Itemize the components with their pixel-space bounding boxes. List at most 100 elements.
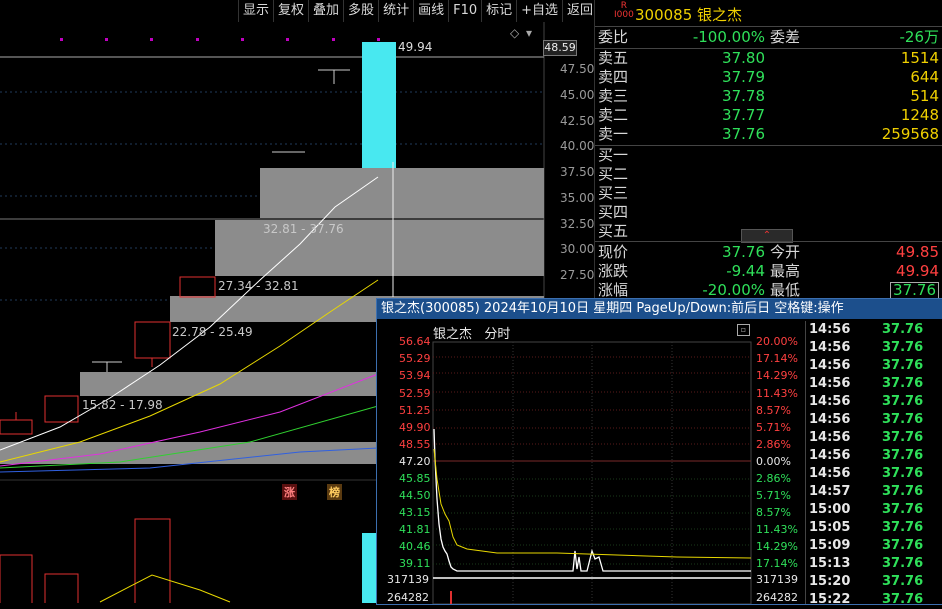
tick-price: 37.76 [882,448,924,463]
tick-time: 14:56 [809,340,851,355]
ask-price: 37.78 [722,87,765,105]
tick-row: 15:05 37.76 [806,519,942,537]
kline-yaxis-label: 30.00 [560,242,595,256]
kline-yaxis-label: 32.50 [560,217,595,231]
change-label: 涨跌 [598,262,629,280]
toolbar-add-favorite-button[interactable]: +自选 [516,0,562,22]
limit-up-tag[interactable]: 涨 [282,484,297,500]
intraday-left-axis: 39.11 [399,557,431,570]
high-price-label: 49.94 [398,40,433,54]
tick-row: 15:20 37.76 [806,573,942,591]
ask-label: 卖三 [598,87,629,105]
bid-row: 买一 [595,146,942,165]
tick-time: 14:56 [809,466,851,481]
tick-time: 15:13 [809,556,851,571]
diamond-icon[interactable]: ◇ [510,26,519,40]
price-marker: 48.59 [543,40,577,56]
dropdown-icon[interactable]: ▾ [526,26,532,40]
tick-time: 14:56 [809,322,851,337]
intraday-right-axis: 8.57% [756,404,791,417]
tick-time: 15:09 [809,538,851,553]
tick-time: 15:20 [809,574,851,589]
bid-label: 买五 [598,222,629,240]
intraday-left-axis: 52.59 [399,387,431,400]
tick-row: 14:56 37.76 [806,411,942,429]
high-label: 最高 [770,262,801,280]
tick-time: 14:57 [809,484,851,499]
intraday-right-axis: 20.00% [756,335,798,348]
stock-name: 银之杰 [697,6,743,24]
ask-label: 卖一 [598,125,629,143]
tick-row: 14:56 37.76 [806,339,942,357]
toolbar-f10-button[interactable]: F10 [448,0,481,22]
quote-panel: R I000 300085 银之杰 委比 -100.00% 委差 -26万 卖五… [594,0,942,300]
logo-bottom: I000 [614,10,634,20]
intraday-left-axis: 47.20 [399,455,431,468]
tick-price: 37.76 [882,502,924,517]
high-value: 49.94 [896,262,939,280]
tick-row: 14:56 37.76 [806,375,942,393]
tick-time: 14:56 [809,358,851,373]
stats-row: 涨跌 -9.44 最高 49.94 [595,262,942,281]
tick-row: 14:56 37.76 [806,393,942,411]
toolbar-back-button[interactable]: 返回 [562,0,597,22]
intraday-right-axis: 17.14% [756,557,798,570]
toolbar-draw-line-button[interactable]: 画线 [413,0,448,22]
tick-row: 14:57 37.76 [806,483,942,501]
tick-price: 37.76 [882,322,924,337]
intraday-right-axis: 11.43% [756,387,798,400]
tick-price: 37.76 [882,376,924,391]
ask-price: 37.79 [722,68,765,86]
toolbar-multi-stock-button[interactable]: 多股 [343,0,378,22]
tick-time: 14:56 [809,430,851,445]
tick-row: 14:56 37.76 [806,321,942,339]
intraday-left-axis: 55.29 [399,352,431,365]
ask-row: 卖二 37.77 1248 [595,106,942,125]
intraday-right-axis: 264282 [756,591,798,604]
order-ratio-value: -100.00% [692,28,765,46]
tick-time: 14:56 [809,412,851,427]
ranking-tag[interactable]: 榜 [327,484,342,500]
intraday-right-axis: 14.29% [756,540,798,553]
tick-price: 37.76 [882,484,924,499]
quote-header: R I000 300085 银之杰 [595,0,942,27]
tick-row: 14:56 37.76 [806,429,942,447]
bid-row: 买二 [595,165,942,184]
low-value: 37.76 [890,282,939,299]
exchange-logo: R I000 [614,2,634,20]
tick-price: 37.76 [882,358,924,373]
change-value: -9.44 [726,262,765,280]
intraday-right-axis: 8.57% [756,506,791,519]
tick-row: 14:56 37.76 [806,357,942,375]
tick-price: 37.76 [882,556,924,571]
ask-volume: 259568 [881,125,939,143]
intraday-popup[interactable]: 银之杰(300085) 2024年10月10日 星期四 PageUp/Down:… [376,298,942,607]
tick-price: 37.76 [882,394,924,409]
ask-volume: 1514 [900,49,939,67]
intraday-left-axis: 53.94 [399,369,431,382]
ask-price: 37.76 [722,125,765,143]
tick-row: 15:22 37.76 [806,591,942,609]
tick-list[interactable]: 14:56 37.76 14:56 37.76 14:56 37.76 14:56 37.76… [805,321,942,607]
toolbar-mark-button[interactable]: 标记 [481,0,516,22]
toolbar-overlay-button[interactable]: 叠加 [308,0,343,22]
kline-yaxis-label: 35.00 [560,191,595,205]
order-ratio-label: 委比 [598,28,629,46]
toolbar-restore-rights-button[interactable]: 复权 [273,0,308,22]
range-label: 22.78 - 25.49 [172,325,253,339]
intraday-left-axis: 264282 [387,591,429,604]
intraday-graphics [432,341,752,604]
bid-label: 买四 [598,203,629,221]
ask-volume: 644 [910,68,939,86]
bid-row: 买三 [595,184,942,203]
intraday-left-axis: 43.15 [399,506,431,519]
intraday-right-axis: 317139 [756,573,798,586]
tick-time: 15:05 [809,520,851,535]
range-label: 32.81 - 37.76 [263,222,344,236]
toolbar-statistics-button[interactable]: 统计 [378,0,413,22]
toolbar-display-button[interactable]: 显示 [238,0,273,22]
kline-yaxis-label: 42.50 [560,114,595,128]
bid-row: 买四 [595,203,942,222]
ask-row: 卖四 37.79 644 [595,68,942,87]
tick-price: 37.76 [882,340,924,355]
